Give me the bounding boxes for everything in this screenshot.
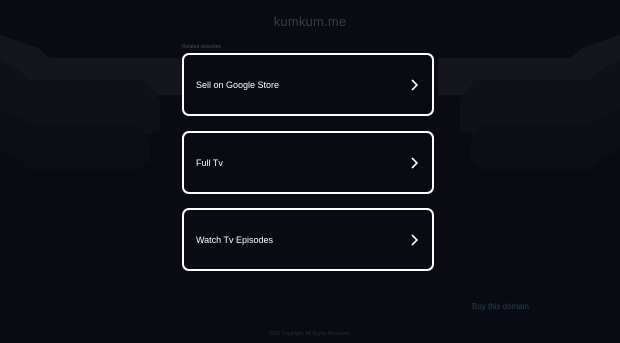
related-search-card-sell-on-google-store[interactable]: Sell on Google Store: [182, 53, 434, 116]
related-search-label: Sell on Google Store: [196, 79, 280, 90]
page: kumkum.me Related searches Sell on Googl…: [0, 0, 620, 343]
chevron-right-icon: [410, 78, 420, 91]
related-search-label: Watch Tv Episodes: [196, 234, 274, 245]
chevron-right-icon: [410, 156, 420, 169]
related-search-card-full-tv[interactable]: Full Tv: [182, 131, 434, 194]
related-search-card-watch-tv-episodes[interactable]: Watch Tv Episodes: [182, 208, 434, 271]
site-title: kumkum.me: [273, 14, 347, 29]
related-searches-label: Related searches: [182, 44, 221, 50]
footer-copyright: 2025 Copyright. All Rights Reserved.: [269, 331, 351, 337]
related-search-label: Full Tv: [196, 157, 223, 168]
chevron-right-icon: [410, 233, 420, 246]
buy-domain-link[interactable]: Buy this domain: [472, 302, 529, 311]
